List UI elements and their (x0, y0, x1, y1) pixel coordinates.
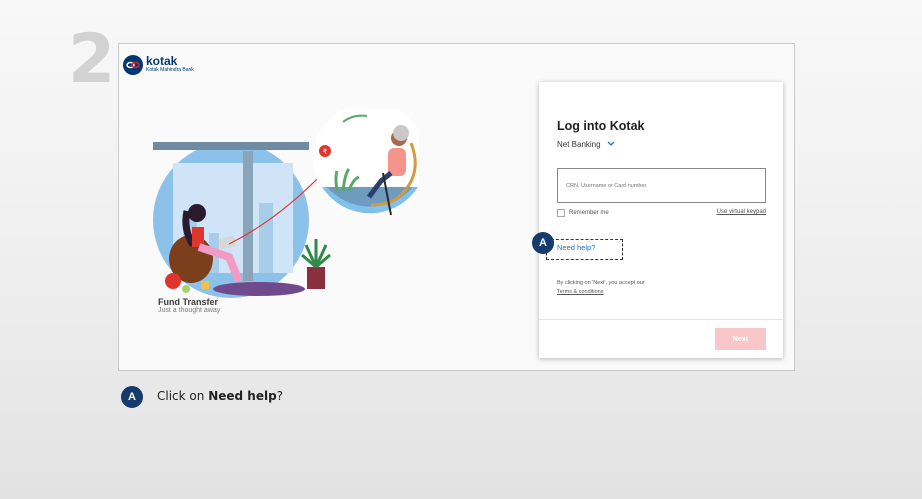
chevron-down-icon (607, 140, 615, 149)
brand-subtitle: Kotak Mahindra Bank (146, 67, 194, 73)
instruction-text: Click on Need help? (157, 389, 283, 403)
illustration-subtitle: Just a thought away (158, 307, 221, 314)
fund-transfer-illustration: ₹ (153, 109, 419, 298)
virtual-keypad-link[interactable]: Use virtual keypad (717, 209, 766, 215)
remember-me-checkbox[interactable] (557, 209, 565, 217)
remember-me[interactable]: Remember me (557, 209, 609, 217)
product-label: Net Banking (557, 140, 601, 149)
screenshot-frame: kotak Kotak Mahindra Bank ₹ Fund Transfe… (118, 43, 795, 371)
illustration-title: Fund Transfer (158, 297, 219, 307)
product-selector[interactable]: Net Banking (557, 140, 615, 149)
card-divider (539, 319, 783, 320)
instruction-prefix: Click on (157, 389, 205, 403)
instruction-suffix: ? (276, 389, 284, 403)
step-number: 2 (68, 20, 115, 99)
terms-notice: By clicking on 'Next', you accept our Te… (557, 279, 757, 297)
brand-name: kotak (146, 54, 178, 68)
next-button[interactable]: Next (715, 328, 766, 350)
login-title: Log into Kotak (557, 119, 645, 133)
instruction-bold: Need help (208, 389, 277, 403)
remember-me-label: Remember me (569, 210, 609, 216)
crn-input[interactable] (557, 168, 766, 203)
instruction-marker: A (121, 386, 143, 408)
callout-marker: A (532, 232, 554, 254)
login-card: Log into Kotak Net Banking Remember me U… (539, 82, 783, 358)
terms-link[interactable]: Terms & conditions (557, 289, 603, 295)
need-help-highlight (546, 239, 623, 260)
terms-prefix: By clicking on 'Next', you accept our (557, 280, 645, 286)
svg-text:₹: ₹ (323, 148, 328, 156)
kotak-logo-icon (123, 55, 143, 75)
